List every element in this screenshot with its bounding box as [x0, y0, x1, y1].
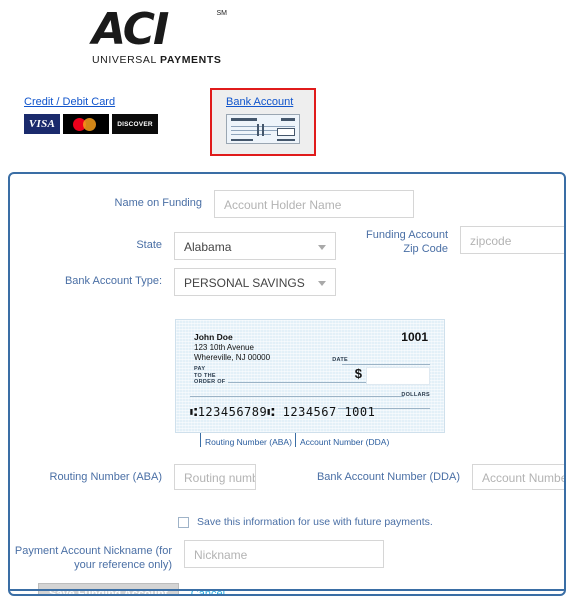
card-brand-logos: VISA DISCOVER — [24, 114, 158, 134]
tab-credit-debit-card[interactable]: Credit / Debit Card VISA DISCOVER — [18, 92, 164, 138]
callout-account-label: Account Number (DDA) — [300, 437, 390, 447]
check-dollars-line — [190, 396, 404, 397]
brand-superscript: SM — [216, 10, 228, 17]
check-address-line1: 123 10th Avenue — [194, 343, 254, 352]
check-currency-symbol: $ — [354, 366, 362, 381]
brand-mark: ACI — [92, 4, 169, 55]
tab-bank-account-label[interactable]: Bank Account — [226, 96, 300, 108]
name-on-funding-label: Name on Funding — [114, 197, 202, 209]
callout-line-account — [295, 433, 296, 447]
check-payer-name: John Doe — [194, 332, 233, 342]
thumb-line-3 — [231, 134, 271, 135]
check-number: 1001 — [401, 330, 428, 344]
zip-input[interactable]: zipcode — [460, 226, 564, 254]
check-micr-line: ⑆123456789⑆ 1234567 1001 — [190, 405, 376, 419]
zip-label-line1: Funding Account — [366, 229, 448, 241]
panel-bottom-rule — [10, 589, 564, 591]
mastercard-icon — [63, 114, 109, 134]
thumb-micr — [231, 139, 253, 141]
save-info-label: Save this information for use with futur… — [197, 516, 433, 528]
funding-account-form-panel: Name on Funding Account Holder Name Stat… — [8, 172, 566, 596]
nickname-input[interactable]: Nickname — [184, 540, 384, 568]
mastercard-right-circle — [83, 118, 96, 131]
visa-icon: VISA — [24, 114, 60, 134]
check-pay-line3: ORDER OF — [194, 379, 226, 385]
thumb-tick-a — [257, 124, 259, 136]
payment-method-tabs: Credit / Debit Card VISA DISCOVER Bank A… — [0, 88, 576, 162]
callout-line-routing — [200, 433, 201, 447]
name-on-funding-input[interactable]: Account Holder Name — [214, 190, 414, 218]
sample-check-image: John Doe 123 10th Avenue Whereville, NJ … — [175, 319, 445, 433]
check-address-line2: Whereville, NJ 00000 — [194, 352, 271, 362]
thumb-tick-b — [262, 124, 264, 136]
thumb-amount-box — [277, 128, 295, 136]
discover-icon: DISCOVER — [112, 114, 158, 134]
thumb-number-block — [281, 118, 295, 121]
check-dollars-label: DOLLARS — [401, 392, 430, 398]
account-number-input[interactable]: Account Number — [472, 464, 564, 490]
check-amount-box — [366, 367, 430, 385]
brand-tagline: UNIVERSAL PAYMENTS — [92, 54, 221, 66]
bank-account-type-select[interactable]: PERSONAL SAVINGS — [174, 268, 336, 296]
check-payee-line — [228, 382, 386, 383]
nickname-label-line2: your reference only) — [74, 559, 172, 571]
check-thumbnail-icon — [226, 114, 300, 144]
account-number-label: Bank Account Number (DDA) — [316, 471, 460, 483]
routing-number-input[interactable]: Routing number — [174, 464, 256, 490]
routing-number-label: Routing Number (ABA) — [49, 471, 163, 483]
bank-account-type-value: PERSONAL SAVINGS — [184, 276, 305, 290]
zip-label-line2: Zip Code — [403, 243, 448, 255]
chevron-down-icon — [318, 245, 326, 250]
save-info-checkbox[interactable] — [178, 516, 189, 528]
thumb-payer-block — [231, 118, 257, 121]
state-label: State — [136, 239, 162, 251]
check-address: 123 10th Avenue Whereville, NJ 00000 — [194, 343, 270, 362]
tab-credit-debit-card-label[interactable]: Credit / Debit Card — [24, 96, 158, 108]
tab-bank-account[interactable]: Bank Account — [210, 88, 316, 156]
brand-logo: ACI SM UNIVERSAL PAYMENTS — [0, 0, 576, 67]
state-select-value: Alabama — [184, 240, 232, 254]
nickname-label-line1: Payment Account Nickname (for — [14, 545, 172, 557]
check-date-label: DATE — [332, 357, 348, 363]
thumb-micr-right — [277, 139, 295, 141]
brand-tagline-bold: PAYMENTS — [160, 54, 222, 66]
brand-tagline-light: UNIVERSAL — [92, 54, 161, 66]
check-date-line — [342, 364, 430, 365]
callout-routing-label: Routing Number (ABA) — [205, 437, 292, 447]
state-select[interactable]: Alabama — [174, 232, 336, 260]
chevron-down-icon — [318, 281, 326, 286]
bank-account-type-label: Bank Account Type: — [64, 275, 162, 287]
